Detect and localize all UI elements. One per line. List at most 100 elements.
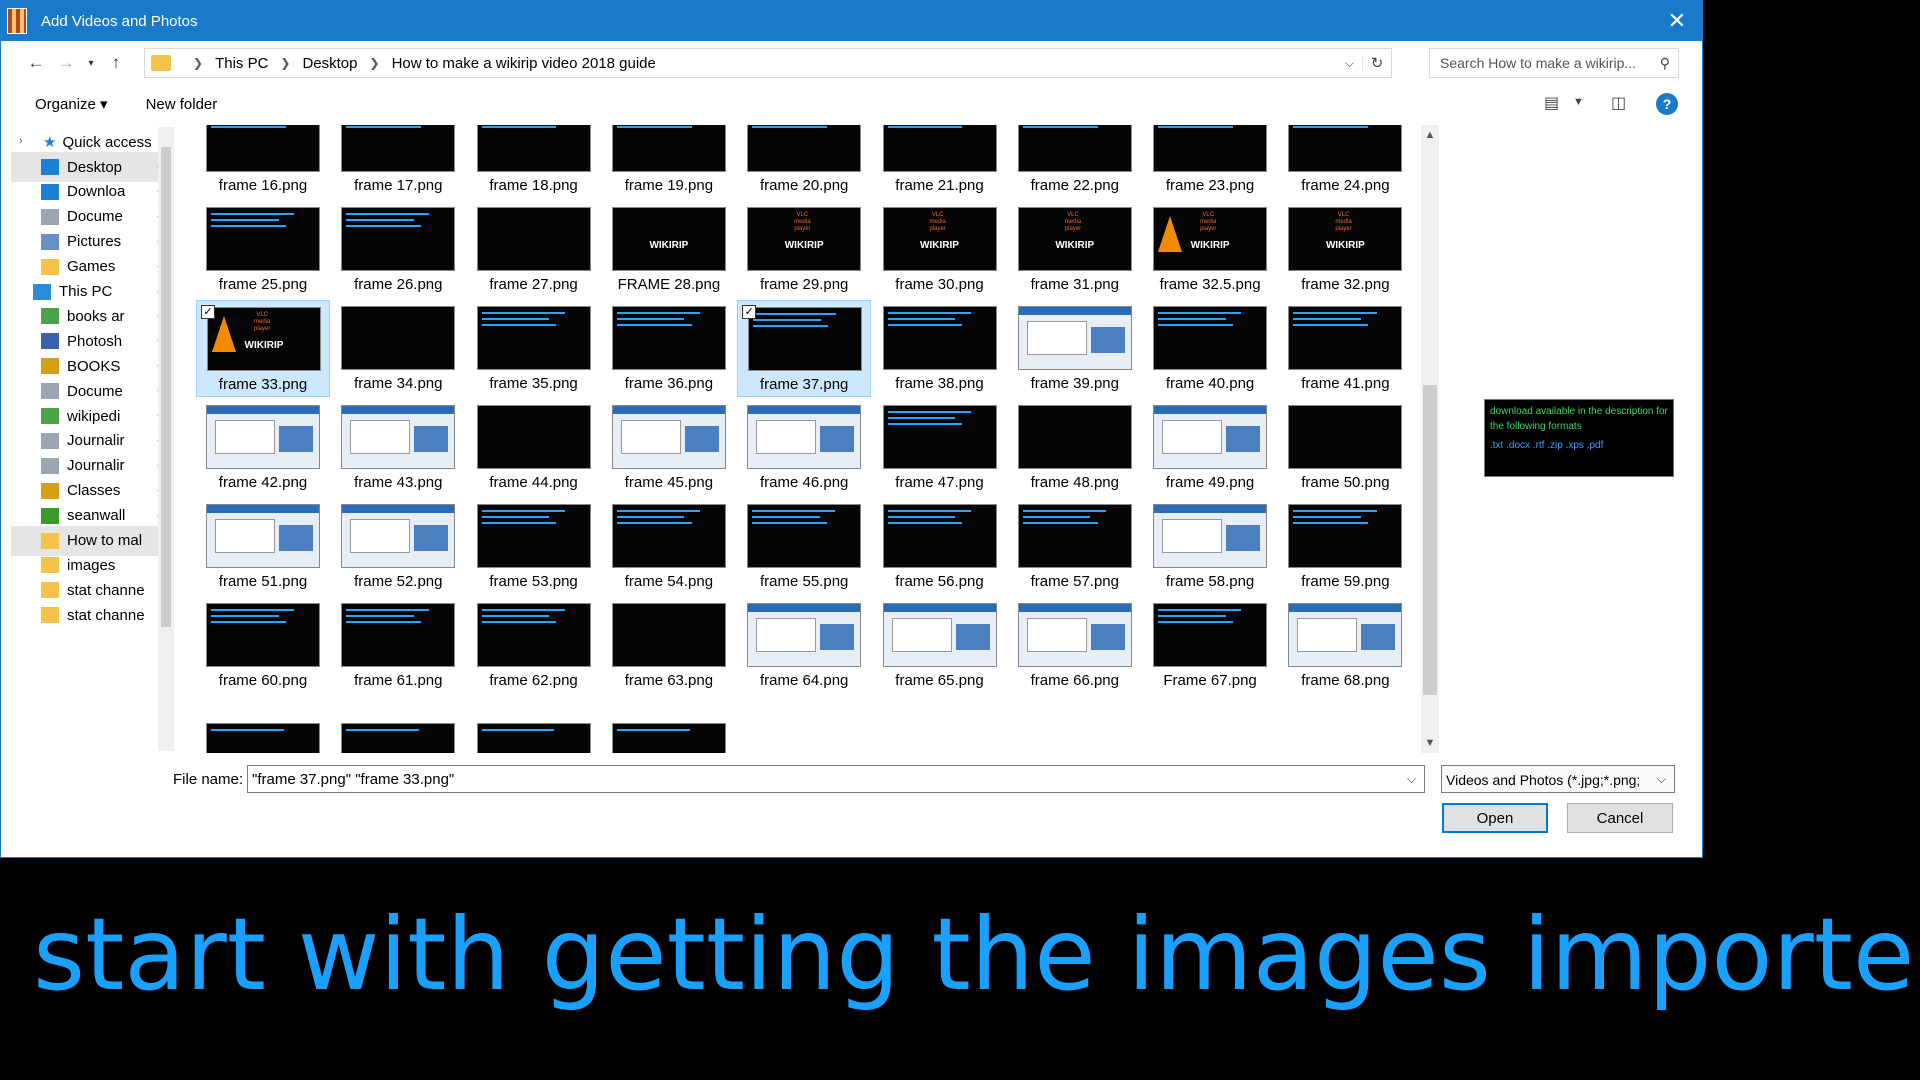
- file-tile[interactable]: ✓ frame 37.png: [737, 300, 872, 397]
- checkbox-icon[interactable]: ✓: [201, 305, 215, 319]
- file-open-dialog: Add Videos and Photos ✕ ← → ▾ ↑ ❯ This P…: [0, 0, 1703, 858]
- file-tile[interactable]: frame 41.png: [1278, 300, 1412, 397]
- file-tile[interactable]: frame 54.png: [602, 498, 736, 595]
- file-tile[interactable]: frame 26.png: [331, 201, 465, 298]
- file-tile[interactable]: [602, 717, 736, 753]
- file-tile[interactable]: VLC media player WIKIRIP frame 30.png: [873, 201, 1007, 298]
- file-tile[interactable]: [196, 717, 330, 753]
- file-thumbnail: VLC media player WIKIRIP: [747, 207, 862, 271]
- file-tile[interactable]: frame 21.png: [873, 125, 1007, 199]
- back-icon[interactable]: ←: [21, 48, 51, 78]
- file-tile[interactable]: VLC media player WIKIRIP ✓ frame 33.png: [196, 300, 330, 397]
- file-tile[interactable]: [467, 717, 601, 753]
- view-options-icon[interactable]: ▤: [1544, 93, 1559, 113]
- file-tile[interactable]: Frame 67.png: [1143, 597, 1277, 694]
- file-tile[interactable]: frame 25.png: [196, 201, 330, 298]
- download-icon: [41, 183, 59, 200]
- up-icon[interactable]: ↑: [101, 48, 131, 78]
- close-icon[interactable]: ✕: [1652, 1, 1702, 41]
- file-tile[interactable]: frame 68.png: [1278, 597, 1412, 694]
- cancel-button[interactable]: Cancel: [1567, 803, 1673, 833]
- file-tile[interactable]: frame 52.png: [331, 498, 465, 595]
- file-tile[interactable]: VLC media player WIKIRIP frame 31.png: [1008, 201, 1142, 298]
- address-bar[interactable]: ❯ This PC ❯ Desktop ❯ How to make a wiki…: [144, 48, 1392, 78]
- scroll-down-icon[interactable]: ▼: [1421, 737, 1439, 749]
- file-name-label: File name:: [173, 771, 244, 788]
- file-tile[interactable]: frame 66.png: [1008, 597, 1142, 694]
- file-tile[interactable]: [331, 717, 465, 753]
- file-tile[interactable]: frame 43.png: [331, 399, 465, 496]
- file-name-label: frame 18.png: [489, 177, 578, 194]
- file-tile[interactable]: frame 51.png: [196, 498, 330, 595]
- checkbox-icon[interactable]: ✓: [742, 305, 757, 319]
- nav-item-label: This PC: [59, 283, 113, 300]
- recent-dropdown-icon[interactable]: ▾: [81, 48, 101, 78]
- file-tile[interactable]: frame 48.png: [1008, 399, 1142, 496]
- file-tile[interactable]: frame 50.png: [1278, 399, 1412, 496]
- refresh-icon[interactable]: ↻: [1363, 54, 1391, 72]
- file-tile[interactable]: frame 65.png: [873, 597, 1007, 694]
- preview-pane-icon[interactable]: ◫: [1611, 93, 1626, 113]
- file-tile[interactable]: frame 38.png: [873, 300, 1007, 397]
- organize-button[interactable]: Organize ▾: [35, 95, 108, 113]
- file-thumbnail: [882, 504, 997, 568]
- file-tile[interactable]: frame 42.png: [196, 399, 330, 496]
- view-dropdown-icon[interactable]: ▼: [1573, 96, 1584, 108]
- file-tile[interactable]: frame 55.png: [737, 498, 871, 595]
- file-tile[interactable]: frame 35.png: [467, 300, 601, 397]
- file-tile[interactable]: VLC media player WIKIRIP frame 29.png: [737, 201, 871, 298]
- file-tile[interactable]: frame 34.png: [331, 300, 465, 397]
- file-tile[interactable]: frame 59.png: [1278, 498, 1412, 595]
- help-icon[interactable]: ?: [1656, 93, 1678, 115]
- file-name-input[interactable]: "frame 37.png" "frame 33.png" ⌵: [247, 765, 1425, 793]
- scroll-up-icon[interactable]: ▲: [1421, 129, 1439, 141]
- file-tile[interactable]: frame 60.png: [196, 597, 330, 694]
- new-folder-button[interactable]: New folder: [146, 96, 218, 113]
- file-tile[interactable]: frame 17.png: [331, 125, 465, 199]
- file-tile[interactable]: frame 40.png: [1143, 300, 1277, 397]
- file-tile[interactable]: frame 62.png: [467, 597, 601, 694]
- file-tile[interactable]: frame 22.png: [1008, 125, 1142, 199]
- file-tile[interactable]: VLC media player WIKIRIP frame 32.png: [1278, 201, 1412, 298]
- file-tile[interactable]: frame 56.png: [873, 498, 1007, 595]
- file-tile[interactable]: frame 44.png: [467, 399, 601, 496]
- file-tile[interactable]: frame 36.png: [602, 300, 736, 397]
- file-tile[interactable]: frame 19.png: [602, 125, 736, 199]
- file-tile[interactable]: frame 23.png: [1143, 125, 1277, 199]
- grid-scrollbar[interactable]: ▲ ▼: [1421, 125, 1439, 753]
- breadcrumb-desktop[interactable]: Desktop: [302, 55, 357, 72]
- file-tile[interactable]: frame 24.png: [1278, 125, 1412, 199]
- breadcrumb-folder[interactable]: How to make a wikirip video 2018 guide: [392, 55, 656, 72]
- file-name-label: frame 35.png: [489, 375, 578, 392]
- open-button[interactable]: Open: [1442, 803, 1548, 833]
- breadcrumb-this-pc[interactable]: This PC: [215, 55, 268, 72]
- file-tile[interactable]: frame 39.png: [1008, 300, 1142, 397]
- search-input[interactable]: Search How to make a wikirip... ⚲: [1429, 48, 1679, 78]
- file-tile[interactable]: VLC media player WIKIRIP frame 32.5.png: [1143, 201, 1277, 298]
- chevron-down-icon[interactable]: ⌵: [1337, 55, 1363, 71]
- file-tile[interactable]: frame 58.png: [1143, 498, 1277, 595]
- file-tile[interactable]: frame 64.png: [737, 597, 871, 694]
- file-tile[interactable]: frame 20.png: [737, 125, 871, 199]
- forward-icon[interactable]: →: [51, 48, 81, 78]
- file-tile[interactable]: frame 63.png: [602, 597, 736, 694]
- nav-item[interactable]: stat channe: [11, 600, 173, 630]
- file-tile[interactable]: WIKIRIP FRAME 28.png: [602, 201, 736, 298]
- nav-scrollbar[interactable]: [158, 127, 174, 751]
- file-tile[interactable]: frame 45.png: [602, 399, 736, 496]
- file-tile[interactable]: frame 47.png: [873, 399, 1007, 496]
- scroll-thumb[interactable]: [1423, 385, 1437, 695]
- chevron-down-icon[interactable]: ⌵: [1407, 772, 1416, 787]
- file-type-select[interactable]: Videos and Photos (*.jpg;*.png; ⌵: [1441, 765, 1675, 793]
- file-tile[interactable]: frame 18.png: [467, 125, 601, 199]
- file-tile[interactable]: frame 46.png: [737, 399, 871, 496]
- file-tile[interactable]: frame 49.png: [1143, 399, 1277, 496]
- file-tile[interactable]: frame 16.png: [196, 125, 330, 199]
- file-name-label: frame 25.png: [218, 276, 308, 293]
- chevron-down-icon[interactable]: ⌵: [1657, 772, 1666, 787]
- file-tile[interactable]: frame 61.png: [331, 597, 465, 694]
- file-tile[interactable]: frame 53.png: [467, 498, 601, 595]
- file-tile[interactable]: frame 27.png: [467, 201, 601, 298]
- scroll-thumb[interactable]: [161, 147, 171, 627]
- file-tile[interactable]: frame 57.png: [1008, 498, 1142, 595]
